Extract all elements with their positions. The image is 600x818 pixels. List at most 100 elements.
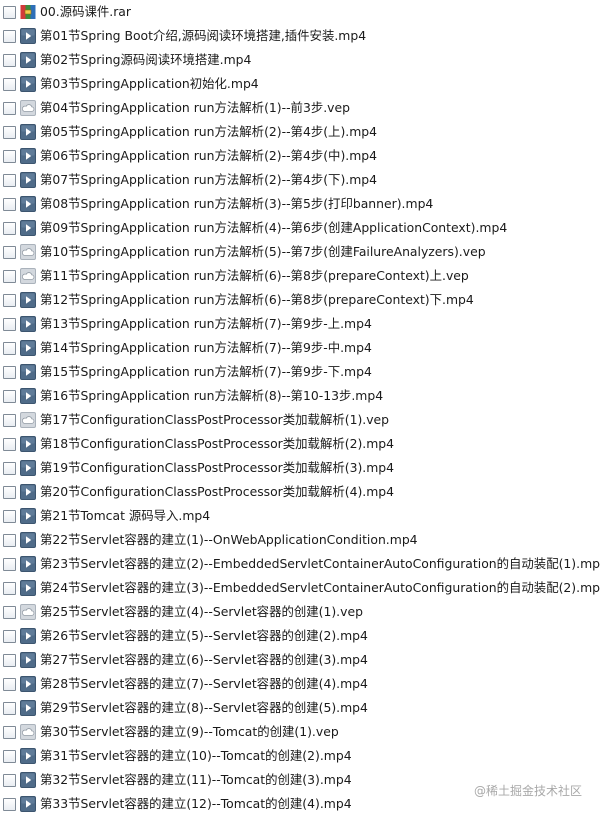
file-row[interactable]: 第28节Servlet容器的建立(7)--Servlet容器的创建(4).mp4 — [0, 672, 600, 696]
file-name[interactable]: 第07节SpringApplication run方法解析(2)--第4步(下)… — [40, 168, 377, 192]
select-checkbox[interactable] — [3, 437, 16, 451]
select-checkbox[interactable] — [3, 125, 16, 139]
file-row[interactable]: 第15节SpringApplication run方法解析(7)--第9步-下.… — [0, 360, 600, 384]
file-name[interactable]: 第18节ConfigurationClassPostProcessor类加载解析… — [40, 432, 394, 456]
file-row[interactable]: 第29节Servlet容器的建立(8)--Servlet容器的创建(5).mp4 — [0, 696, 600, 720]
file-name[interactable]: 第13节SpringApplication run方法解析(7)--第9步-上.… — [40, 312, 372, 336]
file-name[interactable]: 第03节SpringApplication初始化.mp4 — [40, 72, 259, 96]
file-name[interactable]: 第30节Servlet容器的建立(9)--Tomcat的创建(1).vep — [40, 720, 339, 744]
select-checkbox[interactable] — [3, 461, 16, 475]
select-checkbox[interactable] — [3, 173, 16, 187]
select-checkbox[interactable] — [3, 653, 16, 667]
select-checkbox[interactable] — [3, 53, 16, 67]
file-row[interactable]: 第18节ConfigurationClassPostProcessor类加载解析… — [0, 432, 600, 456]
file-name[interactable]: 第33节Servlet容器的建立(12)--Tomcat的创建(4).mp4 — [40, 792, 352, 816]
file-name[interactable]: 第22节Servlet容器的建立(1)--OnWebApplicationCon… — [40, 528, 418, 552]
select-checkbox[interactable] — [3, 149, 16, 163]
file-row[interactable]: 第10节SpringApplication run方法解析(5)--第7步(创建… — [0, 240, 600, 264]
select-checkbox[interactable] — [3, 413, 16, 427]
file-name[interactable]: 第06节SpringApplication run方法解析(2)--第4步(中)… — [40, 144, 377, 168]
file-name[interactable]: 第23节Servlet容器的建立(2)--EmbeddedServletCont… — [40, 552, 600, 576]
select-checkbox[interactable] — [3, 269, 16, 283]
file-name[interactable]: 第11节SpringApplication run方法解析(6)--第8步(pr… — [40, 264, 469, 288]
file-name[interactable]: 第10节SpringApplication run方法解析(5)--第7步(创建… — [40, 240, 486, 264]
file-row[interactable]: 第07节SpringApplication run方法解析(2)--第4步(下)… — [0, 168, 600, 192]
file-name[interactable]: 00.源码课件.rar — [40, 0, 131, 24]
file-name[interactable]: 第08节SpringApplication run方法解析(3)--第5步(打印… — [40, 192, 433, 216]
select-checkbox[interactable] — [3, 797, 16, 811]
file-name[interactable]: 第20节ConfigurationClassPostProcessor类加载解析… — [40, 480, 394, 504]
select-checkbox[interactable] — [3, 485, 16, 499]
file-row[interactable]: 第17节ConfigurationClassPostProcessor类加载解析… — [0, 408, 600, 432]
file-row[interactable]: 第16节SpringApplication run方法解析(8)--第10-13… — [0, 384, 600, 408]
file-name[interactable]: 第16节SpringApplication run方法解析(8)--第10-13… — [40, 384, 383, 408]
file-row[interactable]: 第25节Servlet容器的建立(4)--Servlet容器的创建(1).vep — [0, 600, 600, 624]
file-row[interactable]: 00.源码课件.rar — [0, 0, 600, 24]
select-checkbox[interactable] — [3, 5, 16, 19]
select-checkbox[interactable] — [3, 749, 16, 763]
file-row[interactable]: 第13节SpringApplication run方法解析(7)--第9步-上.… — [0, 312, 600, 336]
select-checkbox[interactable] — [3, 365, 16, 379]
file-name[interactable]: 第04节SpringApplication run方法解析(1)--前3步.ve… — [40, 96, 350, 120]
file-name[interactable]: 第01节Spring Boot介绍,源码阅读环境搭建,插件安装.mp4 — [40, 24, 366, 48]
file-row[interactable]: 第30节Servlet容器的建立(9)--Tomcat的创建(1).vep — [0, 720, 600, 744]
file-name[interactable]: 第27节Servlet容器的建立(6)--Servlet容器的创建(3).mp4 — [40, 648, 368, 672]
select-checkbox[interactable] — [3, 773, 16, 787]
select-checkbox[interactable] — [3, 677, 16, 691]
file-row[interactable]: 第14节SpringApplication run方法解析(7)--第9步-中.… — [0, 336, 600, 360]
file-row[interactable]: 第04节SpringApplication run方法解析(1)--前3步.ve… — [0, 96, 600, 120]
file-row[interactable]: 第23节Servlet容器的建立(2)--EmbeddedServletCont… — [0, 552, 600, 576]
file-row[interactable]: 第31节Servlet容器的建立(10)--Tomcat的创建(2).mp4 — [0, 744, 600, 768]
file-row[interactable]: 第09节SpringApplication run方法解析(4)--第6步(创建… — [0, 216, 600, 240]
file-name[interactable]: 第12节SpringApplication run方法解析(6)--第8步(pr… — [40, 288, 474, 312]
select-checkbox[interactable] — [3, 101, 16, 115]
file-name[interactable]: 第02节Spring源码阅读环境搭建.mp4 — [40, 48, 251, 72]
file-row[interactable]: 第19节ConfigurationClassPostProcessor类加载解析… — [0, 456, 600, 480]
file-row[interactable]: 第24节Servlet容器的建立(3)--EmbeddedServletCont… — [0, 576, 600, 600]
select-checkbox[interactable] — [3, 533, 16, 547]
file-row[interactable]: 第01节Spring Boot介绍,源码阅读环境搭建,插件安装.mp4 — [0, 24, 600, 48]
select-checkbox[interactable] — [3, 245, 16, 259]
file-name[interactable]: 第14节SpringApplication run方法解析(7)--第9步-中.… — [40, 336, 372, 360]
file-row[interactable]: 第27节Servlet容器的建立(6)--Servlet容器的创建(3).mp4 — [0, 648, 600, 672]
file-name[interactable]: 第19节ConfigurationClassPostProcessor类加载解析… — [40, 456, 394, 480]
file-name[interactable]: 第32节Servlet容器的建立(11)--Tomcat的创建(3).mp4 — [40, 768, 352, 792]
select-checkbox[interactable] — [3, 341, 16, 355]
select-checkbox[interactable] — [3, 557, 16, 571]
file-name[interactable]: 第24节Servlet容器的建立(3)--EmbeddedServletCont… — [40, 576, 600, 600]
select-checkbox[interactable] — [3, 725, 16, 739]
select-checkbox[interactable] — [3, 701, 16, 715]
file-row[interactable]: 第26节Servlet容器的建立(5)--Servlet容器的创建(2).mp4 — [0, 624, 600, 648]
select-checkbox[interactable] — [3, 77, 16, 91]
select-checkbox[interactable] — [3, 221, 16, 235]
file-name[interactable]: 第28节Servlet容器的建立(7)--Servlet容器的创建(4).mp4 — [40, 672, 368, 696]
file-name[interactable]: 第26节Servlet容器的建立(5)--Servlet容器的创建(2).mp4 — [40, 624, 368, 648]
file-row[interactable]: 第06节SpringApplication run方法解析(2)--第4步(中)… — [0, 144, 600, 168]
file-name[interactable]: 第31节Servlet容器的建立(10)--Tomcat的创建(2).mp4 — [40, 744, 352, 768]
select-checkbox[interactable] — [3, 197, 16, 211]
file-name[interactable]: 第21节Tomcat 源码导入.mp4 — [40, 504, 210, 528]
file-row[interactable]: 第21节Tomcat 源码导入.mp4 — [0, 504, 600, 528]
file-row[interactable]: 第08节SpringApplication run方法解析(3)--第5步(打印… — [0, 192, 600, 216]
select-checkbox[interactable] — [3, 317, 16, 331]
file-name[interactable]: 第17节ConfigurationClassPostProcessor类加载解析… — [40, 408, 389, 432]
select-checkbox[interactable] — [3, 29, 16, 43]
file-row[interactable]: 第05节SpringApplication run方法解析(2)--第4步(上)… — [0, 120, 600, 144]
select-checkbox[interactable] — [3, 293, 16, 307]
select-checkbox[interactable] — [3, 629, 16, 643]
file-name[interactable]: 第15节SpringApplication run方法解析(7)--第9步-下.… — [40, 360, 372, 384]
file-row[interactable]: 第20节ConfigurationClassPostProcessor类加载解析… — [0, 480, 600, 504]
select-checkbox[interactable] — [3, 509, 16, 523]
file-row[interactable]: 第22节Servlet容器的建立(1)--OnWebApplicationCon… — [0, 528, 600, 552]
select-checkbox[interactable] — [3, 605, 16, 619]
file-row[interactable]: 第11节SpringApplication run方法解析(6)--第8步(pr… — [0, 264, 600, 288]
file-name[interactable]: 第25节Servlet容器的建立(4)--Servlet容器的创建(1).vep — [40, 600, 363, 624]
select-checkbox[interactable] — [3, 581, 16, 595]
file-row[interactable]: 第02节Spring源码阅读环境搭建.mp4 — [0, 48, 600, 72]
file-row[interactable]: 第12节SpringApplication run方法解析(6)--第8步(pr… — [0, 288, 600, 312]
select-checkbox[interactable] — [3, 389, 16, 403]
file-name[interactable]: 第29节Servlet容器的建立(8)--Servlet容器的创建(5).mp4 — [40, 696, 368, 720]
file-row[interactable]: 第03节SpringApplication初始化.mp4 — [0, 72, 600, 96]
file-name[interactable]: 第09节SpringApplication run方法解析(4)--第6步(创建… — [40, 216, 507, 240]
file-name[interactable]: 第05节SpringApplication run方法解析(2)--第4步(上)… — [40, 120, 377, 144]
